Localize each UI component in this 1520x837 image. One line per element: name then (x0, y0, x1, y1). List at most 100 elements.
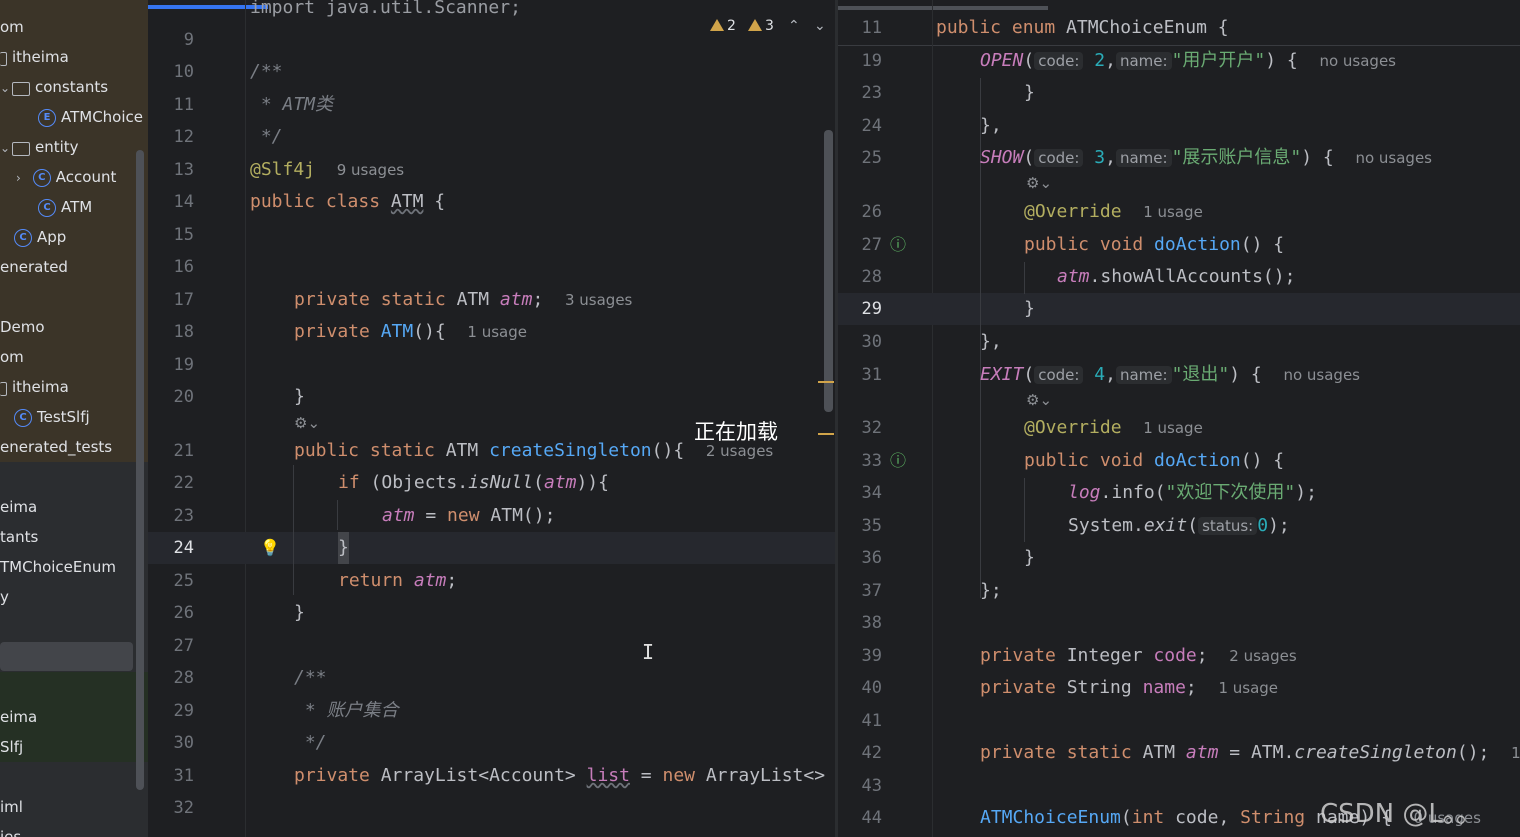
tree-item[interactable]: eima (0, 492, 37, 522)
tree-item[interactable]: › C Account (16, 162, 116, 192)
usages-hint[interactable]: 3 usages (565, 291, 632, 309)
code-line[interactable]: 18 private ATM(){ 1 usage (148, 316, 835, 348)
usages-hint[interactable]: no usages (1283, 366, 1360, 384)
code-line[interactable]: 23} (838, 77, 1520, 109)
tree-item[interactable]: ⌄ entity (0, 132, 79, 162)
ai-assist-icon[interactable]: ⚙⌄ (1026, 391, 1052, 409)
code-line[interactable]: 38 (838, 607, 1520, 639)
code-line[interactable]: 30}, (838, 326, 1520, 358)
code-line[interactable]: 20} (148, 381, 835, 413)
code-line[interactable]: 22 if (Objects.isNull(atm)){ (148, 467, 835, 499)
ai-assist-icon[interactable]: ⚙⌄ (1026, 174, 1052, 192)
usages-hint[interactable]: 1 usage (1218, 679, 1278, 697)
code-line[interactable]: 32 (148, 792, 835, 824)
project-tree-panel[interactable]: om itheima ⌄ constants E ATMChoice ⌄ entity… (0, 0, 148, 837)
code-line[interactable]: 31 private ArrayList<Account> list = new … (148, 760, 835, 792)
implements-gutter-icon[interactable]: ⓘ (890, 229, 906, 261)
tree-item[interactable]: Demo (0, 312, 45, 342)
code-line[interactable]: 24 💡} (148, 532, 835, 564)
code-line[interactable]: 16 (148, 251, 835, 283)
tree-item[interactable]: enerated_tests (0, 432, 112, 462)
tree-item[interactable]: itheima (0, 42, 69, 72)
tree-item[interactable]: tants (0, 522, 38, 552)
code-line[interactable]: 25 return atm; (148, 565, 835, 597)
tree-item[interactable]: Slfj (0, 732, 23, 762)
code-line[interactable]: 10/** (148, 56, 835, 88)
implements-gutter-icon[interactable]: ⓘ (890, 445, 906, 477)
usages-hint[interactable]: 2 usages (1229, 647, 1296, 665)
usages-hint[interactable]: 1 usage (1143, 419, 1203, 437)
tree-item[interactable]: C TestSlfj (14, 402, 90, 432)
chevron-down-icon[interactable]: ⌄ (0, 73, 12, 103)
folder-icon (0, 381, 7, 396)
code-line[interactable]: 29} (838, 293, 1520, 325)
code-line[interactable]: 17 private static ATM atm; 3 usages (148, 284, 835, 316)
tree-item[interactable]: iml (0, 792, 23, 822)
usages-hint[interactable]: 1 usage (467, 323, 527, 341)
code-line[interactable]: 28 atm.showAllAccounts(); (838, 261, 1520, 293)
class-icon: C (32, 168, 51, 187)
code-line[interactable]: 26 @Override 1 usage (838, 196, 1520, 228)
code-line[interactable]: 33 ⓘ public void doAction() { (838, 445, 1520, 477)
code-line[interactable]: 28/** (148, 662, 835, 694)
tree-item[interactable]: TMChoiceEnum (0, 552, 116, 582)
tree-item[interactable]: C App (14, 222, 66, 252)
tree-item[interactable]: E ATMChoice (38, 102, 143, 132)
param-hint: name: (1115, 52, 1172, 70)
ai-assist-icon[interactable]: ⚙⌄ (294, 414, 320, 432)
loading-indicator: 正在加载 (694, 420, 778, 444)
chevron-right-icon[interactable]: › (16, 163, 28, 193)
tree-item[interactable]: om (0, 12, 24, 42)
code-line[interactable]: 15 (148, 219, 835, 251)
tree-scrollbar[interactable] (136, 150, 144, 790)
code-line[interactable]: 32 @Override 1 usage (838, 412, 1520, 444)
code-line[interactable]: 11 * ATM类 (148, 89, 835, 121)
class-icon: C (38, 198, 56, 217)
code-line[interactable]: 37}; (838, 575, 1520, 607)
chevron-down-icon[interactable]: ⌄ (0, 133, 12, 163)
code-line[interactable]: 40 private String name; 1 usage (838, 672, 1520, 704)
usages-hint[interactable]: 1 usage (1143, 203, 1203, 221)
tree-item[interactable]: itheima (0, 372, 69, 402)
tree-item[interactable]: om (0, 342, 24, 372)
code-line[interactable]: 12 */ (148, 121, 835, 153)
code-line[interactable]: 11 public enum ATMChoiceEnum { (838, 12, 1520, 44)
usages-hint[interactable]: 9 usages (337, 161, 404, 179)
code-line[interactable]: 9 (148, 24, 835, 56)
code-line[interactable]: 30 */ (148, 727, 835, 759)
code-line[interactable]: 41 (838, 705, 1520, 737)
tree-item[interactable]: C ATM (38, 192, 92, 222)
code-line[interactable]: 25 SHOW(code: 3, name: "展示账户信息") { no usage… (838, 142, 1520, 174)
code-line[interactable]: 19 (148, 349, 835, 381)
code-line[interactable]: 35 System.exit(status: 0); (838, 510, 1520, 542)
code-line[interactable]: 29 * 账户集合 (148, 695, 835, 727)
code-line[interactable]: 42 private static ATM atm = ATM.createSin… (838, 737, 1520, 769)
code-line[interactable]: 27 ⓘ public void doAction() { (838, 229, 1520, 261)
code-line[interactable]: 23 atm = new ATM(); (148, 500, 835, 532)
scrollbar-warning-marker[interactable] (818, 381, 834, 383)
tree-item[interactable]: eima (0, 702, 37, 732)
code-line[interactable]: 19 OPEN(code: 2, name: "用户开户") { no usages (838, 45, 1520, 77)
param-hint: code: (1034, 366, 1084, 384)
usages-hint[interactable]: no usages (1319, 52, 1396, 70)
scrollbar-warning-marker[interactable] (818, 433, 834, 435)
code-line[interactable]: 14 public class ATM { (148, 186, 835, 218)
usages-hint[interactable]: no usages (1355, 149, 1432, 167)
code-line[interactable]: 24}, (838, 110, 1520, 142)
code-line[interactable]: 26} (148, 597, 835, 629)
code-line[interactable]: 39 private Integer code; 2 usages (838, 640, 1520, 672)
param-hint: name: (1115, 149, 1172, 167)
lightbulb-icon[interactable]: 💡 (260, 532, 280, 564)
usages-hint[interactable]: 1 (1511, 744, 1520, 762)
code-line[interactable]: 27 (148, 630, 835, 662)
editor-right-atmchoiceenum-java[interactable]: 11 public enum ATMChoiceEnum { 19 OPEN(cod… (838, 0, 1520, 837)
tree-item[interactable]: y (0, 582, 9, 612)
code-line[interactable]: 31 EXIT(code: 4, name: "退出") { no usages (838, 359, 1520, 391)
code-line[interactable]: 34 log.info("欢迎下次使用"); (838, 477, 1520, 509)
code-line[interactable]: 13 @Slf4j 9 usages (148, 154, 835, 186)
tree-item[interactable]: enerated (0, 252, 68, 282)
tree-item[interactable]: ies (0, 822, 21, 837)
tree-item[interactable]: ⌄ constants (0, 72, 108, 102)
editor-scrollbar[interactable] (824, 130, 833, 412)
code-line[interactable]: 36} (838, 542, 1520, 574)
